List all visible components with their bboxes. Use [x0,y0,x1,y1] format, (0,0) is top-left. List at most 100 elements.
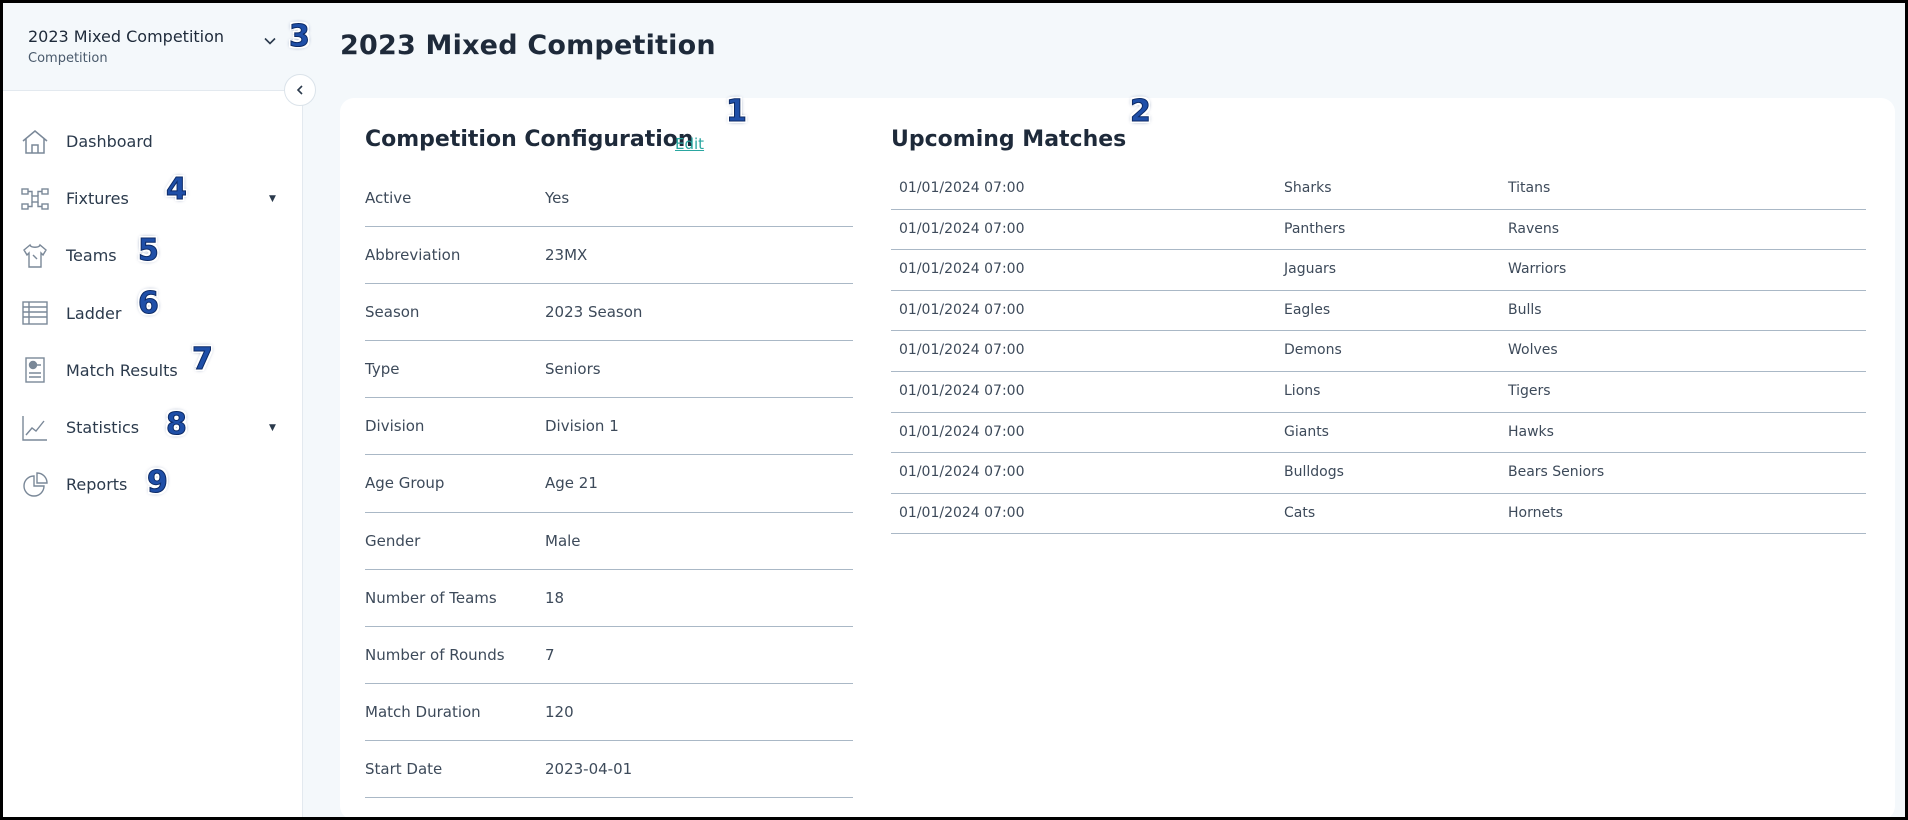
match-away-team: Bears Seniors [1508,464,1605,481]
callout-badge-9: 9 [147,465,169,500]
sidebar-item-label: Statistics [66,418,140,438]
ladder-table-icon [20,298,50,328]
match-row[interactable]: 01/01/2024 07:00 Sharks Titans [891,169,1866,210]
match-away-team: Wolves [1508,342,1558,359]
callout-badge-5: 5 [138,233,160,268]
configuration-table: Active Yes Abbreviation 23MX Season 2023 Se… [365,170,853,799]
config-row: Active Yes [365,170,853,228]
sidebar-item-label: Reports [66,475,128,495]
config-label: Abbreviation [365,246,461,265]
config-row: Age Group Age 21 [365,455,853,513]
match-away-team: Warriors [1508,261,1567,278]
config-value: 2023 Season [545,303,643,322]
page-title: 2023 Mixed Competition [340,30,716,61]
config-value: Male [545,531,581,550]
callout-badge-8: 8 [166,407,188,442]
config-value: 23MX [545,246,588,265]
sidebar-item-label: Ladder [66,303,122,323]
config-row: Number of Rounds 7 [365,627,853,684]
upcoming-matches-table: 01/01/2024 07:00 Sharks Titans 01/01/2024 … [891,169,1866,535]
match-home-team: Demons [1284,342,1342,359]
sidebar: 2023 Mixed Competition Competition Dashb… [3,3,303,817]
config-label: Age Group [365,474,445,493]
config-value: 120 [545,702,574,721]
sidebar-item-match-results[interactable]: Match Results [3,342,303,399]
sidebar-item-dashboard[interactable]: Dashboard [3,113,303,170]
config-label: Active [365,189,412,207]
match-away-team: Hornets [1508,504,1563,521]
sidebar-item-fixtures[interactable]: Fixtures ▼ [3,170,303,227]
config-label: Match Duration [365,702,481,721]
match-date: 01/01/2024 07:00 [899,301,1025,318]
match-row[interactable]: 01/01/2024 07:00 Lions Tigers [891,372,1866,413]
callout-badge-4: 4 [166,172,188,207]
config-row: Match Duration 120 [365,684,853,741]
match-date: 01/01/2024 07:00 [899,423,1025,440]
match-home-team: Sharks [1284,180,1332,196]
chevron-down-icon[interactable] [263,34,277,48]
config-row: Abbreviation 23MX [365,227,853,285]
config-row: Type Seniors [365,341,853,399]
match-row[interactable]: 01/01/2024 07:00 Demons Wolves [891,331,1866,372]
chevron-left-icon [296,85,303,95]
config-row: Season 2023 Season [365,284,853,342]
match-home-team: Eagles [1284,301,1331,318]
config-label: Division [365,417,425,436]
config-value: 18 [545,588,565,607]
match-away-team: Hawks [1508,423,1554,440]
pie-chart-icon [20,470,50,500]
callout-badge-7: 7 [192,342,214,377]
match-results-icon [20,355,50,385]
match-row[interactable]: 01/01/2024 07:00 Eagles Bulls [891,291,1866,332]
match-away-team: Tigers [1508,382,1551,399]
match-row[interactable]: 01/01/2024 07:00 Jaguars Warriors [891,250,1866,291]
match-date: 01/01/2024 07:00 [899,342,1025,359]
match-row[interactable]: 01/01/2024 07:00 Bulldogs Bears Seniors [891,453,1866,494]
match-home-team: Giants [1284,423,1329,440]
competition-switcher-name: 2023 Mixed Competition [28,27,225,46]
match-date: 01/01/2024 07:00 [899,261,1025,278]
match-home-team: Jaguars [1284,261,1337,278]
callout-badge-3: 3 [289,19,311,54]
config-value: 2023-04-01 [545,759,633,778]
match-row[interactable]: 01/01/2024 07:00 Cats Hornets [891,494,1866,535]
competition-switcher[interactable]: 2023 Mixed Competition Competition [3,3,303,91]
config-row: Division Division 1 [365,398,853,456]
config-row: Start Date 2023-04-01 [365,741,853,799]
callout-badge-2: 2 [1130,94,1152,129]
match-row[interactable]: 01/01/2024 07:00 Panthers Ravens [891,210,1866,251]
home-icon [20,127,50,157]
caret-down-icon[interactable]: ▼ [269,194,276,204]
match-away-team: Ravens [1508,220,1560,237]
match-away-team: Titans [1508,180,1551,196]
match-date: 01/01/2024 07:00 [899,220,1025,237]
jersey-icon [20,241,50,271]
match-home-team: Panthers [1284,220,1346,237]
upcoming-matches-title: Upcoming Matches [891,127,1127,152]
config-label: Number of Rounds [365,645,505,664]
match-date: 01/01/2024 07:00 [899,382,1025,399]
config-value: Age 21 [545,474,598,493]
configuration-title: Competition Configuration [365,127,694,152]
collapse-sidebar-button[interactable] [284,74,316,106]
statistics-chart-icon [20,413,50,443]
sidebar-item-label: Match Results [66,360,178,380]
edit-configuration-link[interactable]: Edit [675,135,704,153]
config-value: 7 [545,645,555,664]
match-date: 01/01/2024 07:00 [899,504,1025,521]
sidebar-item-label: Dashboard [66,132,153,152]
sidebar-item-statistics[interactable]: Statistics ▼ [3,399,303,456]
config-label: Season [365,303,420,322]
match-date: 01/01/2024 07:00 [899,180,1025,196]
match-date: 01/01/2024 07:00 [899,464,1025,481]
config-label: Gender [365,531,421,550]
match-away-team: Bulls [1508,301,1542,318]
match-home-team: Cats [1284,504,1316,521]
sidebar-item-label: Teams [66,246,117,266]
caret-down-icon[interactable]: ▼ [269,423,276,433]
competition-switcher-subtitle: Competition [28,51,108,66]
fixtures-icon [20,184,50,214]
match-row[interactable]: 01/01/2024 07:00 Giants Hawks [891,413,1866,454]
config-label: Type [365,360,400,379]
config-value: Seniors [545,360,601,379]
